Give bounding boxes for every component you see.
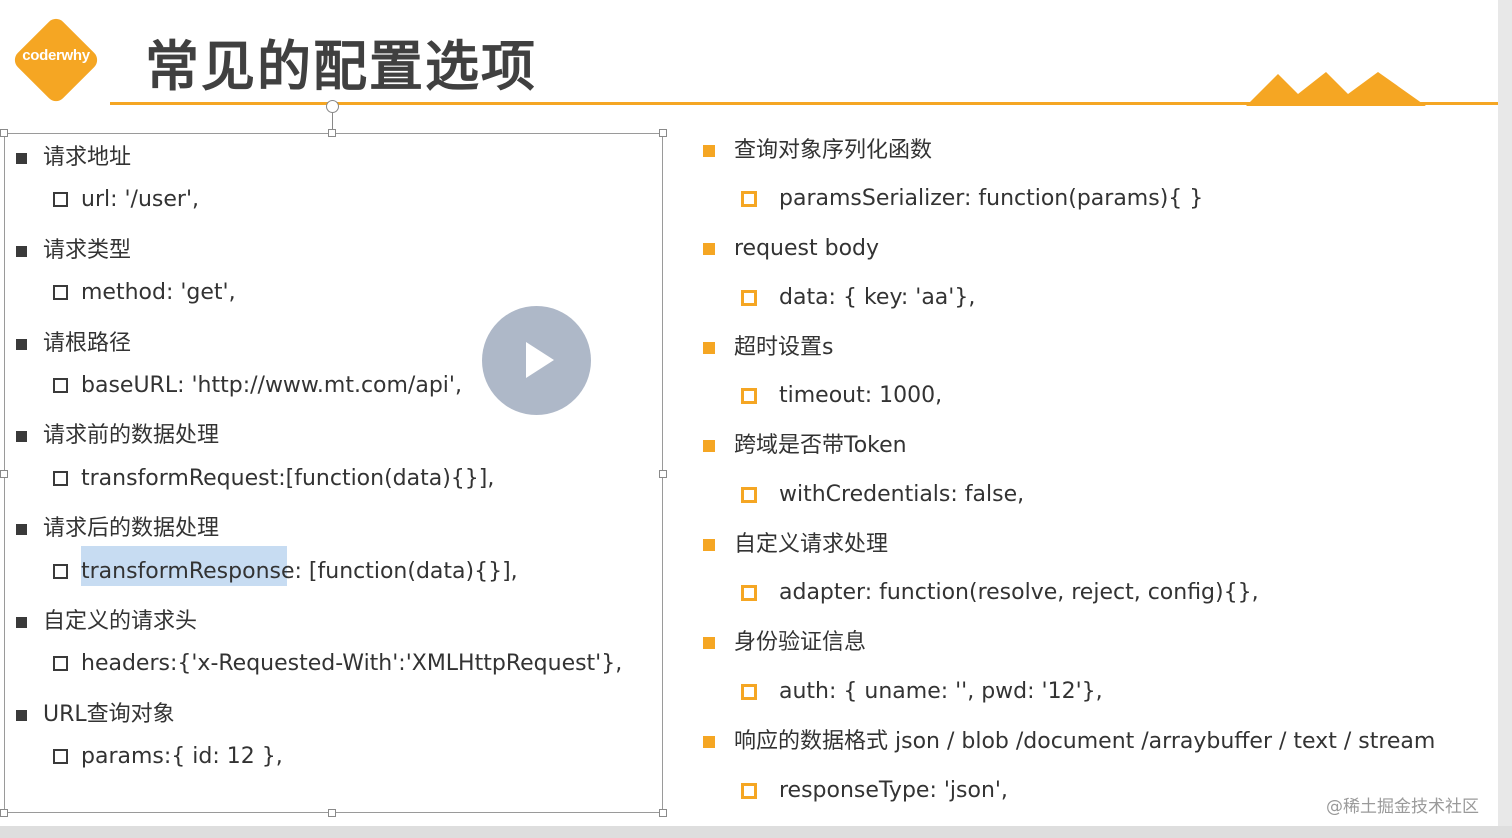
item-text: 请求类型 (43, 238, 132, 263)
item-text: transformRequest:[function(data){}], (81, 466, 495, 491)
item-text: baseURL: 'http://www.mt.com/api', (81, 373, 462, 398)
item-text: 自定义的请求头 (43, 609, 198, 634)
slide-title: 常见的配置选项 (145, 35, 537, 98)
filled-square-bullet-icon (16, 431, 27, 442)
hollow-square-bullet-icon (53, 564, 68, 579)
hollow-square-bullet-icon (53, 656, 68, 671)
orange-hollow-square-bullet-icon (741, 585, 757, 601)
item-text: auth: { uname: '', pwd: '12'}, (779, 679, 1103, 704)
watermark: @稀土掘金技术社区 (1326, 797, 1479, 817)
coderwhy-logo: coderwhy (10, 14, 102, 106)
filled-square-bullet-icon (16, 339, 27, 350)
item-text: transformResponse: [function(data){}], (81, 559, 518, 584)
orange-hollow-square-bullet-icon (741, 191, 757, 207)
rotate-handle[interactable] (326, 100, 339, 113)
logo-text: coderwhy (22, 47, 90, 64)
item-text: url: '/user', (81, 187, 199, 212)
filled-square-bullet-icon (16, 710, 27, 721)
item-text: 超时设置s (734, 335, 834, 360)
hollow-square-bullet-icon (53, 471, 68, 486)
filled-square-bullet-icon (16, 524, 27, 535)
play-icon (526, 342, 554, 378)
item-text: data: { key: 'aa'}, (779, 285, 976, 310)
filled-square-bullet-icon (16, 153, 27, 164)
filled-square-bullet-icon (16, 617, 27, 628)
item-text: paramsSerializer: function(params){ } (779, 186, 1204, 211)
window-edge-strip (1498, 0, 1512, 838)
item-text: headers:{'x-Requested-With':'XMLHttpRequ… (81, 651, 623, 676)
resize-handle-mr[interactable] (659, 470, 667, 478)
resize-handle-ml[interactable] (0, 470, 8, 478)
orange-square-bullet-icon (703, 440, 715, 452)
resize-handle-tc[interactable] (328, 129, 336, 137)
item-text: 自定义请求处理 (734, 532, 889, 557)
hollow-square-bullet-icon (53, 192, 68, 207)
hollow-square-bullet-icon (53, 749, 68, 764)
item-text: 请求后的数据处理 (43, 516, 220, 541)
item-text: 跨域是否带Token (734, 433, 907, 458)
item-text: 请根路径 (43, 331, 132, 356)
resize-handle-tl[interactable] (0, 129, 8, 137)
orange-square-bullet-icon (703, 637, 715, 649)
item-text: 响应的数据格式 json / blob /document /arraybuff… (734, 729, 1436, 754)
item-text: adapter: function(resolve, reject, confi… (779, 580, 1259, 605)
video-play-button[interactable] (482, 306, 591, 415)
orange-square-bullet-icon (703, 342, 715, 354)
orange-hollow-square-bullet-icon (741, 684, 757, 700)
orange-square-bullet-icon (703, 736, 715, 748)
item-text: 查询对象序列化函数 (734, 138, 933, 163)
item-text: 请求前的数据处理 (43, 423, 220, 448)
resize-handle-tr[interactable] (659, 129, 667, 137)
orange-hollow-square-bullet-icon (741, 783, 757, 799)
mountain-decoration (1246, 72, 1426, 106)
hollow-square-bullet-icon (53, 378, 68, 393)
item-text: responseType: 'json', (779, 778, 1008, 803)
orange-square-bullet-icon (703, 539, 715, 551)
orange-hollow-square-bullet-icon (741, 290, 757, 306)
orange-hollow-square-bullet-icon (741, 388, 757, 404)
slide-canvas: coderwhy 常见的配置选项 请求地址 url: '/user', 请求类型… (0, 0, 1498, 826)
item-text: 请求地址 (43, 145, 132, 170)
orange-hollow-square-bullet-icon (741, 487, 757, 503)
item-text: 身份验证信息 (734, 630, 867, 655)
item-text: timeout: 1000, (779, 383, 943, 408)
item-text: method: 'get', (81, 280, 236, 305)
filled-square-bullet-icon (16, 246, 27, 257)
orange-square-bullet-icon (703, 145, 715, 157)
resize-handle-br[interactable] (659, 809, 667, 817)
item-text: request body (734, 236, 880, 261)
resize-handle-bc[interactable] (328, 809, 336, 817)
item-text: params:{ id: 12 }, (81, 744, 283, 769)
item-text: URL查询对象 (43, 702, 175, 727)
resize-handle-bl[interactable] (0, 809, 8, 817)
item-text: withCredentials: false, (779, 482, 1025, 507)
hollow-square-bullet-icon (53, 285, 68, 300)
orange-square-bullet-icon (703, 243, 715, 255)
window-bottom-strip (0, 826, 1512, 838)
